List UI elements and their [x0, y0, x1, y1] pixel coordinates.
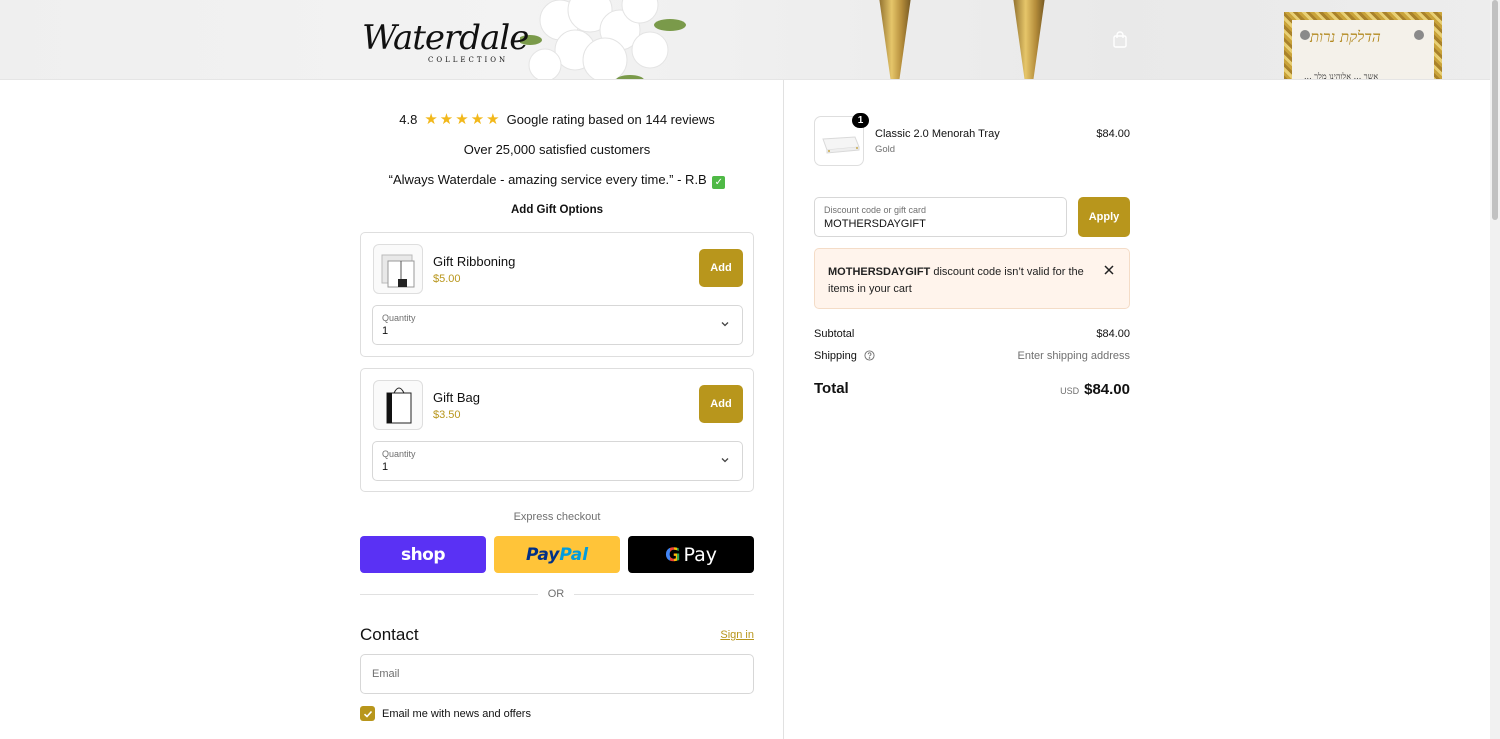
subtotal-label: Subtotal [814, 328, 855, 340]
flowers-image [520, 0, 686, 79]
or-divider-left [360, 594, 538, 595]
add-gift-bag-button[interactable]: Add [699, 385, 743, 423]
add-gift-ribboning-button[interactable]: Add [699, 249, 743, 287]
email-optin[interactable]: Email me with news and offers [360, 706, 531, 721]
shipping-row: Shipping Enter shipping address [814, 350, 1130, 362]
shop-pay-logo: shop [400, 544, 446, 565]
or-divider-right [574, 594, 754, 595]
sign-in-link[interactable]: Sign in [720, 629, 754, 641]
gift-option-name: Gift Bag [433, 390, 480, 405]
subtotal-value: $84.00 [1096, 328, 1130, 340]
star-icon: ★ [424, 111, 438, 128]
rating-stars: ★ ★ ★ ★ ★ [424, 112, 499, 127]
quantity-value: 1 [382, 325, 389, 337]
gift-option-price: $3.50 [433, 409, 461, 421]
star-icon: ★ [486, 111, 500, 128]
logo-script: Waterdale [362, 18, 529, 58]
contact-heading: Contact [360, 625, 419, 644]
express-checkout-title: Express checkout [513, 511, 601, 523]
gift-bag-thumbnail [373, 380, 423, 430]
paypal-logo-part-1: Pay [525, 544, 560, 565]
discount-code-value: MOTHERSDAYGIFT [824, 218, 926, 230]
quantity-label: Quantity [382, 313, 416, 323]
customers-count: Over 25,000 satisfied customers [463, 142, 651, 157]
header-banner: הדלקת נרות ... אשר ... אלוהינו מלך Water… [0, 0, 1490, 80]
subtotal-row: Subtotal $84.00 [814, 328, 1130, 340]
champagne-flute-image [1012, 0, 1046, 79]
product-name: Classic 2.0 Menorah Tray [875, 128, 1000, 140]
shop-pay-button[interactable]: shop [360, 536, 486, 573]
champagne-flute-image [878, 0, 912, 79]
or-divider-label: OR [547, 588, 565, 600]
quantity-select-ribboning[interactable]: Quantity 1 [372, 305, 743, 345]
frame-screw [1414, 30, 1424, 40]
checkbox-check-icon[interactable] [360, 706, 375, 721]
gift-option-card-ribboning: Gift Ribboning $5.00 Add Quantity 1 [360, 232, 754, 357]
gift-option-name: Gift Ribboning [433, 254, 516, 269]
waterdale-logo[interactable]: Waterdale COLLECTION [358, 18, 529, 66]
column-divider [783, 80, 784, 739]
total-value: $84.00 [1084, 381, 1130, 398]
quantity-select-bag[interactable]: Quantity 1 [372, 441, 743, 481]
frame-screw [1300, 30, 1310, 40]
star-icon: ★ [439, 111, 454, 128]
scrollbar-thumb[interactable] [1492, 0, 1498, 220]
gift-option-card-bag: Gift Bag $3.50 Add Quantity 1 [360, 368, 754, 492]
discount-error-code: MOTHERSDAYGIFT [828, 266, 931, 278]
discount-error-message: MOTHERSDAYGIFT discount code isn’t valid… [828, 264, 1088, 298]
chevron-down-icon [721, 458, 729, 463]
quantity-label: Quantity [382, 449, 416, 459]
product-variant: Gold [875, 144, 896, 155]
shopping-bag-icon[interactable] [1110, 30, 1130, 50]
testimonial-quote: “Always Waterdale - amazing service ever… [360, 172, 754, 189]
total-currency: USD [1060, 386, 1080, 396]
total-amount: USD $84.00 [1060, 381, 1130, 398]
check-emoji-icon: ✓ [712, 176, 726, 189]
google-rating: 4.8 ★ ★ ★ ★ ★ Google rating based on 144… [360, 112, 754, 127]
chevron-down-icon [721, 322, 729, 327]
total-label: Total [814, 380, 849, 397]
total-row: Total USD $84.00 [814, 380, 1130, 398]
discount-error-alert: MOTHERSDAYGIFT discount code isn’t valid… [814, 248, 1130, 309]
discount-code-label: Discount code or gift card [824, 205, 927, 215]
google-pay-label: Pay [683, 543, 718, 566]
gift-options-title: Add Gift Options [511, 204, 603, 216]
gift-ribboning-thumbnail [373, 244, 423, 294]
quantity-value: 1 [382, 461, 389, 473]
candle-lighting-frame-image: הדלקת נרות ... אשר ... אלוהינו מלך [1284, 12, 1442, 80]
paypal-logo-part-2: Pal [559, 544, 589, 565]
shipping-value: Enter shipping address [1017, 350, 1130, 362]
email-field[interactable] [360, 654, 754, 694]
google-g-icon: G [664, 543, 681, 566]
frame-hebrew-title: הדלקת נרות [1310, 28, 1381, 46]
shipping-label: Shipping [814, 350, 857, 362]
close-icon[interactable] [1103, 264, 1115, 276]
quote-text: “Always Waterdale - amazing service ever… [388, 172, 707, 187]
star-icon: ★ [470, 111, 485, 128]
apply-discount-button[interactable]: Apply [1078, 197, 1130, 237]
discount-code-field[interactable]: Discount code or gift card MOTHERSDAYGIF… [814, 197, 1067, 237]
email-optin-label: Email me with news and offers [382, 707, 531, 720]
help-circle-icon[interactable] [864, 350, 875, 361]
quantity-badge: 1 [852, 113, 869, 128]
rating-value: 4.8 [399, 112, 418, 127]
logo-subtitle: COLLECTION [428, 56, 509, 64]
product-price: $84.00 [1096, 128, 1130, 140]
rating-text: Google rating based on 144 reviews [506, 112, 715, 127]
page-scrollbar[interactable] [1490, 0, 1500, 739]
frame-hebrew-text: ... אשר ... אלוהינו מלך [1304, 72, 1379, 80]
google-pay-button[interactable]: G Pay [628, 536, 754, 573]
gift-option-price: $5.00 [433, 273, 461, 285]
paypal-button[interactable]: Pay Pal [494, 536, 620, 573]
star-icon: ★ [455, 111, 469, 128]
